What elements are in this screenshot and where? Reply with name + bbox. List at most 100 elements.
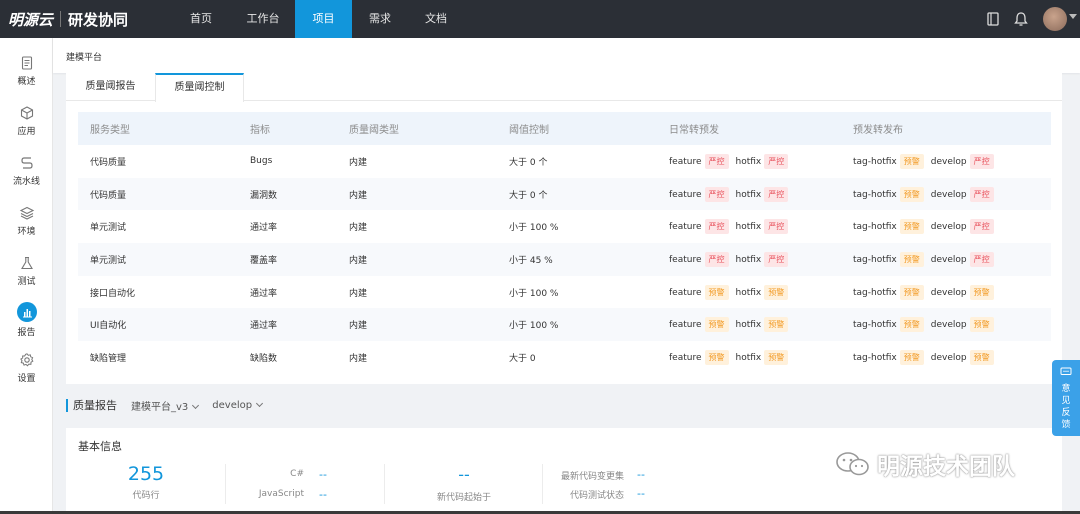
nav-home[interactable]: 首页 — [172, 0, 230, 38]
sidebar-item-apps[interactable]: 应用 — [0, 105, 53, 149]
strict-control-badge: 严控 — [969, 153, 994, 169]
wechat-icon — [836, 452, 869, 476]
strict-control-badge: 严控 — [704, 153, 729, 169]
strict-control-badge: 严控 — [764, 186, 789, 202]
branch-name: develop — [930, 189, 967, 200]
section-accent-bar — [66, 398, 68, 412]
metric-cell: 漏洞数 — [238, 177, 337, 211]
strict-control-badge: 严控 — [704, 251, 729, 267]
chat-icon — [1060, 367, 1072, 375]
tab-quality-report[interactable]: 质量阈报告 — [67, 73, 154, 101]
column-header: 阈值控制 — [497, 112, 657, 145]
watermark-text: 明源技术团队 — [877, 454, 1015, 480]
branch-name: feature — [669, 254, 702, 265]
table-row: 代码质量 Bugs 内建 大于 0 个 feature 严控 hotfix 严控 tag-hot… — [78, 145, 1051, 178]
warning-badge: 预警 — [764, 284, 789, 300]
metric-cell: 覆盖率 — [238, 243, 337, 276]
table-row: 缺陷管理 缺陷数 内建 大于 0 feature 预警 hotfix 预警 tag-hotfix… — [78, 341, 1051, 374]
column-header: 质量阈类型 — [337, 112, 497, 145]
feedback-button[interactable]: 意见反馈 — [1052, 360, 1080, 436]
quality-gate-table: 服务类型 指标 质量阈类型 阈值控制 日常转预发 预发转发布 代码质量 Bugs 内… — [78, 112, 1051, 374]
service-type-cell: 单元测试 — [78, 243, 238, 276]
branch-name: hotfix — [735, 254, 762, 265]
metric-cell: 缺陷数 — [250, 353, 278, 364]
branch-name: feature — [669, 189, 702, 200]
gate-type-cell: 内建 — [349, 288, 368, 299]
breadcrumb[interactable]: 建模平台 — [66, 50, 102, 63]
warning-badge: 预警 — [899, 153, 924, 169]
branch-name: hotfix — [735, 320, 762, 331]
book-icon[interactable] — [985, 11, 1001, 27]
table-row: 接口自动化 通过率 内建 小于 100 % feature 预警 hotfix 预警 tag-h… — [78, 276, 1051, 309]
sidebar-item-env[interactable]: 环境 — [0, 205, 53, 249]
strict-control-badge: 严控 — [969, 186, 994, 202]
nav-docs[interactable]: 文档 — [408, 0, 464, 38]
project-select[interactable]: 建模平台_v3 — [131, 398, 200, 413]
language-label: C# — [290, 469, 304, 479]
table-row: 单元测试 通过率 内建 小于 100 % feature 严控 hotfix 严控 tag-ho… — [78, 210, 1051, 243]
bell-icon[interactable] — [1013, 11, 1029, 27]
table-body: 代码质量 Bugs 内建 大于 0 个 feature 严控 hotfix 严控 tag-hot… — [78, 145, 1051, 374]
daily-to-pre-cell: feature 预警 hotfix 预警 — [657, 276, 841, 309]
change-label: 代码测试状态 — [569, 491, 624, 501]
service-type-cell: 单元测试 — [90, 223, 127, 234]
branch-name: develop — [930, 352, 967, 363]
sidebar-item-test[interactable]: 测试 — [0, 255, 53, 299]
sidebar: 概述 应用 流水线 环境 测试 报告 设置 — [0, 38, 53, 514]
branch-select[interactable]: develop — [212, 399, 264, 411]
brand-divider — [60, 11, 62, 27]
sidebar-item-settings[interactable]: 设置 — [0, 352, 53, 396]
branch-name: hotfix — [735, 156, 762, 167]
warning-badge: 预警 — [969, 317, 994, 333]
brand[interactable]: 明源云 研发协同 — [8, 8, 128, 30]
warning-badge: 预警 — [899, 317, 924, 333]
strict-control-badge: 严控 — [704, 219, 729, 235]
gate-type-cell: 内建 — [337, 177, 497, 211]
nav-project[interactable]: 项目 — [295, 0, 352, 38]
tab-quality-control[interactable]: 质量阈控制 — [155, 73, 244, 102]
change-label: 最新代码变更集 — [560, 472, 624, 482]
warning-badge: 预警 — [969, 284, 994, 300]
pre-to-release-cell: tag-hotfix 预警 develop 严控 — [841, 177, 1051, 211]
sidebar-item-label: 设置 — [17, 374, 36, 384]
service-type-cell: 代码质量 — [78, 177, 238, 211]
warning-badge: 预警 — [704, 317, 729, 333]
column-header: 预发转发布 — [841, 112, 1051, 145]
chevron-down-icon[interactable] — [1069, 14, 1077, 19]
gate-type-cell: 内建 — [337, 243, 497, 276]
branch-name: tag-hotfix — [853, 352, 897, 363]
threshold-cell: 大于 0 个 — [497, 177, 657, 211]
avatar[interactable] — [1043, 7, 1067, 31]
branch-name: feature — [669, 320, 702, 331]
sidebar-item-label: 报告 — [17, 328, 36, 338]
code-lines-value: 255 — [127, 463, 165, 485]
gate-type-cell: 内建 — [337, 308, 497, 342]
branch-select-value: develop — [212, 399, 253, 411]
warning-badge: 预警 — [704, 349, 729, 365]
sidebar-item-overview[interactable]: 概述 — [0, 55, 53, 99]
branch-name: develop — [930, 320, 967, 331]
nav-requirements[interactable]: 需求 — [352, 0, 408, 38]
column-header: 服务类型 — [78, 112, 238, 145]
pre-to-release-cell: tag-hotfix 预警 develop 严控 — [841, 243, 1051, 276]
daily-to-pre-cell: feature 预警 hotfix 预警 — [657, 308, 841, 342]
column-header: 指标 — [238, 112, 337, 145]
nav-workbench[interactable]: 工作台 — [233, 0, 293, 38]
brand-logo: 明源云 — [8, 10, 54, 29]
flask-icon — [20, 256, 33, 270]
branch-name: hotfix — [735, 352, 762, 363]
top-navigation-bar: 明源云 研发协同 首页 工作台 项目 需求 文档 — [0, 0, 1080, 38]
product-name: 研发协同 — [68, 10, 129, 29]
threshold-cell: 小于 100 % — [497, 308, 657, 342]
gate-type-cell: 内建 — [349, 353, 368, 364]
warning-badge: 预警 — [764, 349, 789, 365]
branch-name: develop — [930, 254, 967, 265]
table-row: 单元测试 覆盖率 内建 小于 45 % feature 严控 hotfix 严控 tag-hot… — [78, 243, 1051, 276]
warning-badge: 预警 — [899, 251, 924, 267]
basic-info-title: 基本信息 — [78, 440, 122, 453]
sidebar-item-report[interactable]: 报告 — [0, 302, 53, 346]
code-lines-label: 代码行 — [132, 491, 160, 501]
warning-badge: 预警 — [899, 219, 924, 235]
branch-name: feature — [669, 222, 702, 233]
sidebar-item-pipeline[interactable]: 流水线 — [0, 155, 53, 199]
